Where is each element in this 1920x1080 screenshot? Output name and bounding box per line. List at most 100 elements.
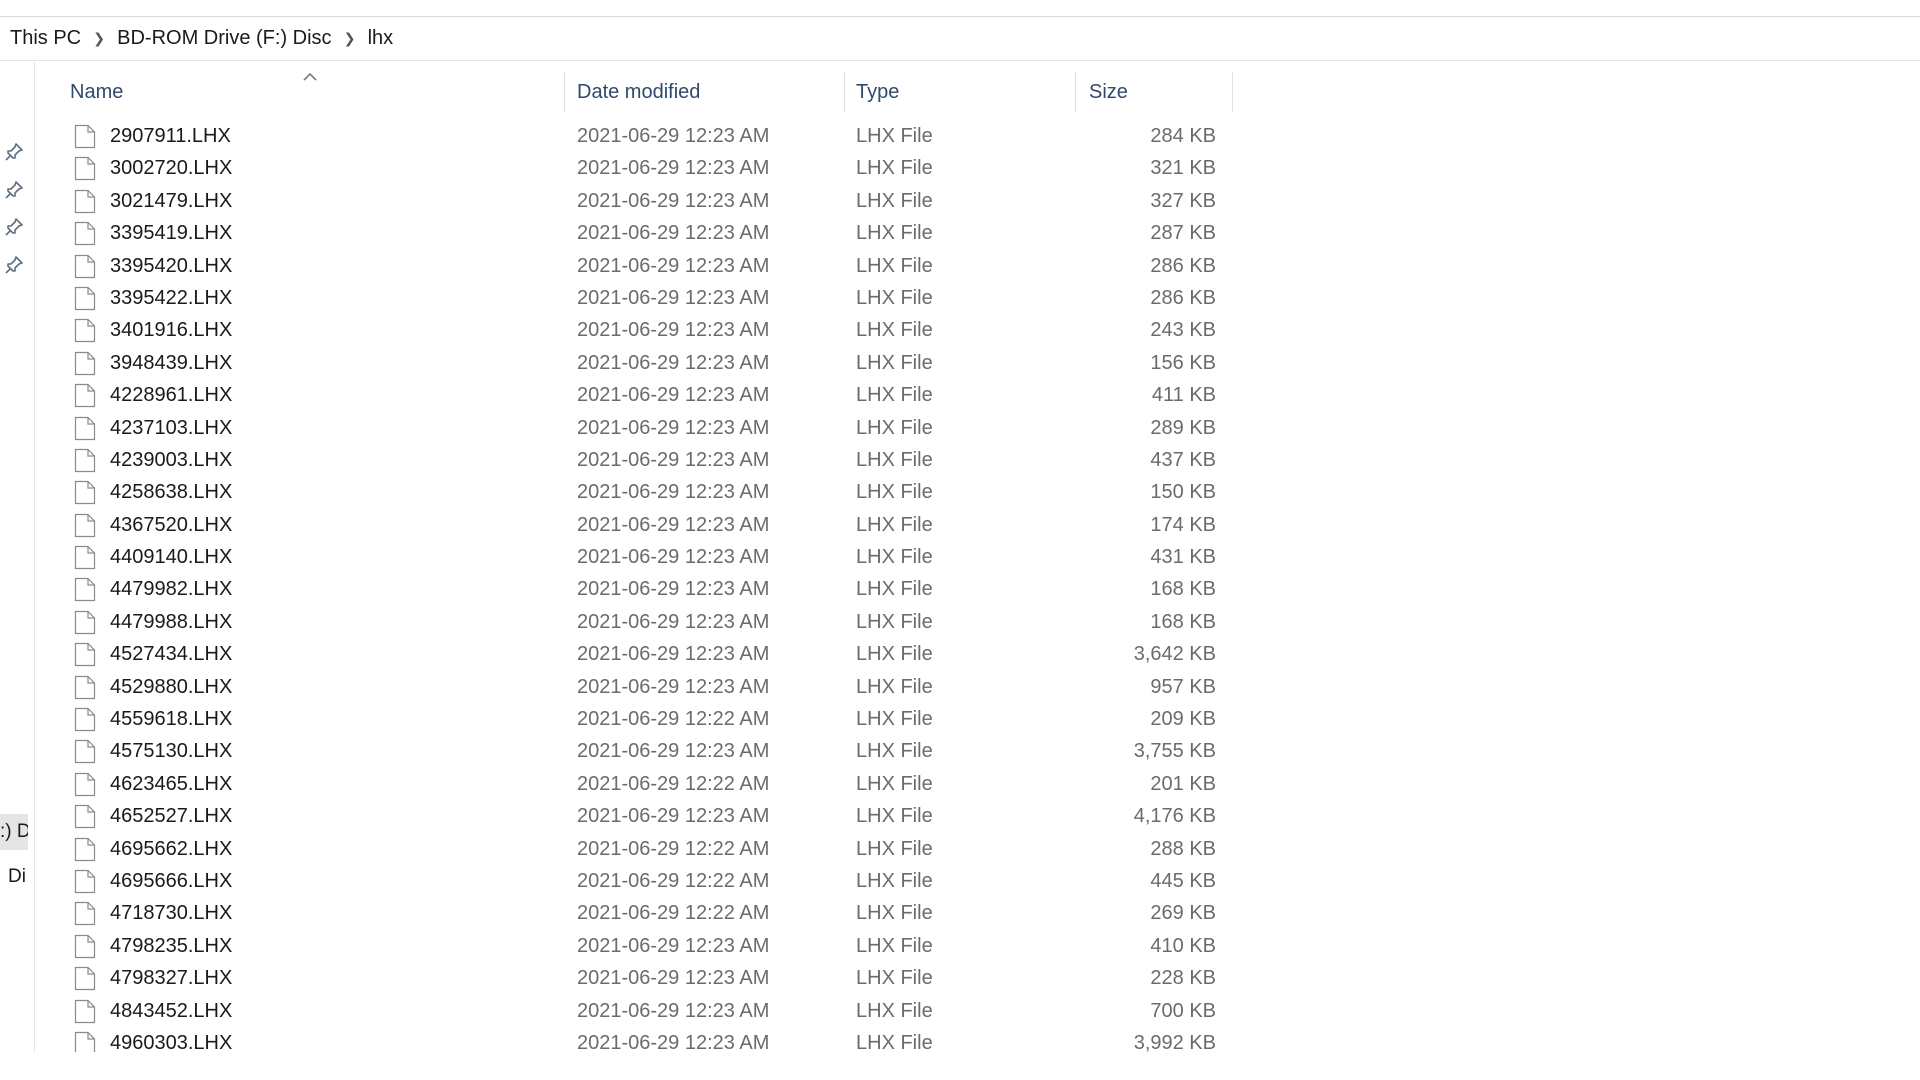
- file-name[interactable]: 4529880.LHX: [110, 671, 232, 703]
- file-row[interactable]: 4652527.LHX 2021-06-29 12:23 AM LHX File 4,…: [34, 800, 1234, 832]
- file-row[interactable]: 4695666.LHX 2021-06-29 12:22 AM LHX File 44…: [34, 865, 1234, 897]
- column-divider[interactable]: [1075, 72, 1076, 112]
- chevron-right-icon[interactable]: ❯: [87, 30, 111, 47]
- file-date-modified: 2021-06-29 12:22 AM: [577, 902, 770, 925]
- file-date-modified: 2021-06-29 12:23 AM: [577, 643, 770, 666]
- file-name[interactable]: 3395420.LHX: [110, 250, 232, 282]
- file-name[interactable]: 3002720.LHX: [110, 152, 232, 184]
- file-row[interactable]: 4479988.LHX 2021-06-29 12:23 AM LHX File 16…: [34, 606, 1234, 638]
- file-row[interactable]: 4695662.LHX 2021-06-29 12:22 AM LHX File 28…: [34, 833, 1234, 865]
- file-name[interactable]: 4527434.LHX: [110, 638, 232, 670]
- file-row[interactable]: 4798327.LHX 2021-06-29 12:23 AM LHX File 22…: [34, 962, 1234, 994]
- column-header-name[interactable]: Name: [70, 70, 580, 114]
- file-row[interactable]: 3395420.LHX 2021-06-29 12:23 AM LHX File 28…: [34, 250, 1234, 282]
- column-header-date-modified[interactable]: Date modified: [577, 70, 857, 114]
- file-name[interactable]: 4575130.LHX: [110, 735, 232, 767]
- file-row[interactable]: 4239003.LHX 2021-06-29 12:23 AM LHX File 43…: [34, 444, 1234, 476]
- breadcrumb-lhx-folder[interactable]: lhx: [362, 27, 400, 50]
- file-name[interactable]: 4409140.LHX: [110, 541, 232, 573]
- file-icon: [74, 610, 96, 634]
- file-name[interactable]: 4258638.LHX: [110, 476, 232, 508]
- file-row[interactable]: 4529880.LHX 2021-06-29 12:23 AM LHX File 95…: [34, 671, 1234, 703]
- file-row[interactable]: 4258638.LHX 2021-06-29 12:23 AM LHX File 15…: [34, 476, 1234, 508]
- file-row[interactable]: 4623465.LHX 2021-06-29 12:22 AM LHX File 20…: [34, 768, 1234, 800]
- file-row[interactable]: 4559618.LHX 2021-06-29 12:22 AM LHX File 20…: [34, 703, 1234, 735]
- file-size: 3,642 KB: [1133, 643, 1216, 666]
- file-size: 228 KB: [1150, 967, 1216, 990]
- column-header-type[interactable]: Type: [856, 70, 1076, 114]
- file-date-modified: 2021-06-29 12:23 AM: [577, 546, 770, 569]
- file-row[interactable]: 4367520.LHX 2021-06-29 12:23 AM LHX File 17…: [34, 509, 1234, 541]
- file-row[interactable]: 4798235.LHX 2021-06-29 12:23 AM LHX File 41…: [34, 930, 1234, 962]
- file-row[interactable]: 4237103.LHX 2021-06-29 12:23 AM LHX File 28…: [34, 412, 1234, 444]
- pin-icon[interactable]: [4, 255, 24, 275]
- nav-item-disc[interactable]: Di: [8, 866, 26, 888]
- file-name[interactable]: 3395419.LHX: [110, 217, 232, 249]
- breadcrumb-this-pc[interactable]: This PC: [0, 27, 87, 50]
- file-date-modified: 2021-06-29 12:23 AM: [577, 189, 770, 212]
- address-bar[interactable]: This PC ❯ BD-ROM Drive (F:) Disc ❯ lhx: [0, 16, 1920, 61]
- file-size: 168 KB: [1150, 610, 1216, 633]
- pin-icon[interactable]: [4, 142, 24, 162]
- file-name[interactable]: 4798327.LHX: [110, 962, 232, 994]
- file-name[interactable]: 4239003.LHX: [110, 444, 232, 476]
- file-name[interactable]: 3401916.LHX: [110, 314, 232, 346]
- column-header-size[interactable]: Size: [1089, 70, 1229, 114]
- file-type: LHX File: [856, 189, 933, 212]
- file-row[interactable]: 3002720.LHX 2021-06-29 12:23 AM LHX File 32…: [34, 152, 1234, 184]
- file-name[interactable]: 4960303.LHX: [110, 1027, 232, 1052]
- file-name[interactable]: 4718730.LHX: [110, 897, 232, 929]
- file-date-modified: 2021-06-29 12:23 AM: [577, 416, 770, 439]
- file-icon-cell: [74, 314, 96, 346]
- file-date-modified: 2021-06-29 12:22 AM: [577, 708, 770, 731]
- file-row[interactable]: 3395419.LHX 2021-06-29 12:23 AM LHX File 28…: [34, 217, 1234, 249]
- file-type: LHX File: [856, 384, 933, 407]
- file-row[interactable]: 3395422.LHX 2021-06-29 12:23 AM LHX File 28…: [34, 282, 1234, 314]
- file-name[interactable]: 4479982.LHX: [110, 573, 232, 605]
- nav-item-bd-rom-drive[interactable]: :) D: [0, 814, 28, 850]
- file-row[interactable]: 4479982.LHX 2021-06-29 12:23 AM LHX File 16…: [34, 573, 1234, 605]
- file-name[interactable]: 4652527.LHX: [110, 800, 232, 832]
- file-name[interactable]: 4843452.LHX: [110, 995, 232, 1027]
- file-name[interactable]: 2907911.LHX: [110, 120, 231, 152]
- file-row[interactable]: 4960303.LHX 2021-06-29 12:23 AM LHX File 3,…: [34, 1027, 1234, 1052]
- column-divider[interactable]: [564, 72, 565, 112]
- file-row[interactable]: 4843452.LHX 2021-06-29 12:23 AM LHX File 70…: [34, 995, 1234, 1027]
- file-row[interactable]: 3948439.LHX 2021-06-29 12:23 AM LHX File 15…: [34, 347, 1234, 379]
- file-name[interactable]: 3021479.LHX: [110, 185, 232, 217]
- file-row[interactable]: 4228961.LHX 2021-06-29 12:23 AM LHX File 41…: [34, 379, 1234, 411]
- file-name[interactable]: 4695666.LHX: [110, 865, 232, 897]
- file-date-modified: 2021-06-29 12:23 AM: [577, 675, 770, 698]
- breadcrumb-bd-rom-drive[interactable]: BD-ROM Drive (F:) Disc: [111, 27, 337, 50]
- file-icon-cell: [74, 800, 96, 832]
- file-name[interactable]: 4695662.LHX: [110, 833, 232, 865]
- file-name[interactable]: 4237103.LHX: [110, 412, 232, 444]
- file-name[interactable]: 4228961.LHX: [110, 379, 232, 411]
- file-date-modified: 2021-06-29 12:23 AM: [577, 967, 770, 990]
- file-row[interactable]: 4527434.LHX 2021-06-29 12:23 AM LHX File 3,…: [34, 638, 1234, 670]
- file-row[interactable]: 4575130.LHX 2021-06-29 12:23 AM LHX File 3,…: [34, 735, 1234, 767]
- file-row[interactable]: 3401916.LHX 2021-06-29 12:23 AM LHX File 24…: [34, 314, 1234, 346]
- pin-icon[interactable]: [4, 217, 24, 237]
- file-name[interactable]: 4623465.LHX: [110, 768, 232, 800]
- chevron-right-icon[interactable]: ❯: [338, 30, 362, 47]
- file-row[interactable]: 4409140.LHX 2021-06-29 12:23 AM LHX File 43…: [34, 541, 1234, 573]
- file-name[interactable]: 3948439.LHX: [110, 347, 232, 379]
- column-divider[interactable]: [1232, 72, 1233, 112]
- file-name[interactable]: 4479988.LHX: [110, 606, 232, 638]
- file-icon-cell: [74, 282, 96, 314]
- file-row[interactable]: 2907911.LHX 2021-06-29 12:23 AM LHX File 28…: [34, 120, 1234, 152]
- file-list: 2907911.LHX 2021-06-29 12:23 AM LHX File 28…: [34, 120, 1234, 1052]
- file-name[interactable]: 4798235.LHX: [110, 930, 232, 962]
- column-divider[interactable]: [844, 72, 845, 112]
- file-icon-cell: [74, 217, 96, 249]
- file-name[interactable]: 3395422.LHX: [110, 282, 232, 314]
- file-type: LHX File: [856, 805, 933, 828]
- file-name[interactable]: 4559618.LHX: [110, 703, 232, 735]
- file-row[interactable]: 3021479.LHX 2021-06-29 12:23 AM LHX File 32…: [34, 185, 1234, 217]
- file-name[interactable]: 4367520.LHX: [110, 509, 232, 541]
- file-row[interactable]: 4718730.LHX 2021-06-29 12:22 AM LHX File 26…: [34, 897, 1234, 929]
- pin-icon[interactable]: [4, 180, 24, 200]
- file-icon: [74, 578, 96, 602]
- file-size: 4,176 KB: [1133, 805, 1216, 828]
